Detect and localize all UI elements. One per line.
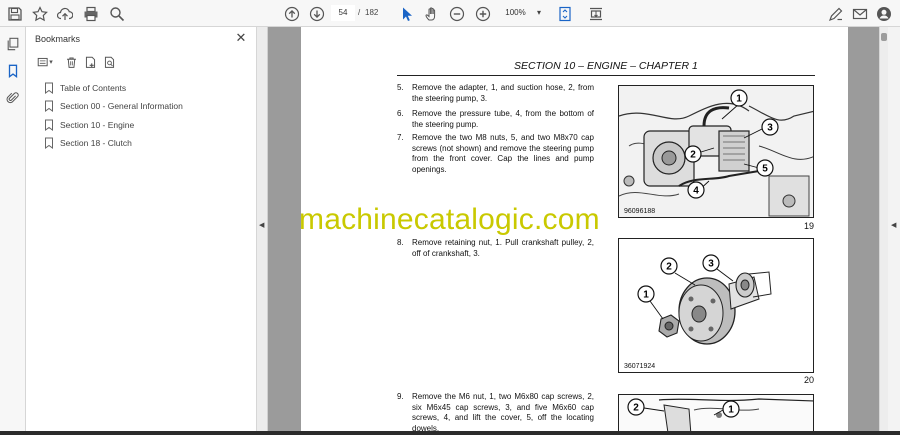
step-text: Remove the M6 nut, 1, two M6x80 cap scre… — [412, 392, 594, 433]
cloud-upload-icon[interactable] — [55, 4, 75, 23]
bookmarks-panel: Bookmarks ✕ ▾ Table of Contents Section … — [26, 27, 257, 435]
next-page-icon[interactable] — [307, 4, 327, 23]
section-header: SECTION 10 – ENGINE – CHAPTER 1 — [514, 60, 698, 72]
callout-3: 3 — [702, 254, 720, 272]
callout-2: 2 — [627, 398, 645, 416]
watermark-text: machinecatalogic.com — [299, 203, 600, 236]
vertical-scrollbar[interactable] — [879, 27, 888, 435]
bookmark-label: Table of Contents — [60, 83, 127, 93]
svg-text:1: 1 — [728, 405, 734, 416]
step-text: Remove the pressure tube, 4, from the bo… — [412, 109, 594, 129]
figure-crankshaft-pulley: 1 2 3 36071924 — [618, 238, 814, 373]
figure-code: 36071924 — [624, 363, 656, 370]
options-dropdown-icon[interactable]: ▾ — [47, 53, 55, 71]
svg-text:1: 1 — [736, 94, 742, 105]
bookmark-icon — [45, 119, 53, 131]
bookmark-item[interactable]: Table of Contents — [44, 80, 126, 96]
main-toolbar: 54 / 182 100% ▾ — [0, 0, 900, 27]
page-thumbnails-icon[interactable] — [4, 35, 22, 53]
svg-text:3: 3 — [708, 259, 714, 270]
select-cursor-icon[interactable] — [397, 4, 417, 23]
collapse-panel-handle[interactable]: ◀ — [257, 27, 268, 435]
svg-text:4: 4 — [693, 186, 699, 197]
figure-number: 20 — [804, 375, 815, 385]
callout-1: 1 — [722, 400, 740, 418]
print-icon[interactable] — [81, 4, 101, 23]
svg-text:1: 1 — [643, 290, 649, 301]
search-bookmarks-icon[interactable] — [100, 53, 118, 71]
callout-2: 2 — [684, 145, 702, 163]
bookmark-label: Section 18 - Clutch — [60, 138, 132, 148]
expand-right-panel-handle[interactable]: ◀ — [888, 27, 900, 435]
bookmark-icon — [45, 137, 53, 149]
callout-5: 5 — [756, 159, 774, 177]
bookmark-item[interactable]: Section 18 - Clutch — [44, 135, 132, 151]
step-number: 6. — [397, 109, 404, 118]
svg-text:2: 2 — [666, 262, 672, 273]
chevron-left-icon: ◀ — [891, 222, 897, 229]
svg-text:5: 5 — [762, 164, 768, 175]
bookmark-item[interactable]: Section 10 - Engine — [44, 117, 134, 133]
attachments-icon[interactable] — [4, 89, 22, 107]
scrollbar-thumb[interactable] — [881, 33, 887, 41]
account-icon[interactable] — [874, 4, 894, 23]
zoom-level-input[interactable]: 100% — [499, 5, 532, 21]
callout-2: 2 — [660, 257, 678, 275]
page-separator: / — [358, 8, 361, 17]
sign-pen-icon[interactable] — [826, 4, 846, 23]
step-text: Remove the two M8 nuts, 5, and two M8x70… — [412, 133, 594, 174]
svg-text:2: 2 — [690, 150, 696, 161]
callout-3: 3 — [761, 118, 779, 136]
panel-title: Bookmarks — [35, 34, 81, 44]
crankshaft-pulley-illustration: 1 2 3 — [619, 239, 813, 372]
svg-text:3: 3 — [767, 123, 773, 134]
step-number: 9. — [397, 392, 404, 401]
bookmark-label: Section 10 - Engine — [60, 120, 135, 130]
hand-tool-icon[interactable] — [422, 4, 442, 23]
close-icon[interactable]: ✕ — [233, 30, 249, 46]
figure-steering-pump: 1 2 3 4 5 96096188 — [618, 85, 814, 218]
figure-front-cover: 2 1 — [618, 394, 814, 435]
step-number: 5. — [397, 83, 404, 92]
step-text: Remove retaining nut, 1. Pull crankshaft… — [412, 238, 594, 258]
save-icon[interactable] — [5, 4, 25, 23]
bottom-edge — [0, 431, 900, 435]
steering-pump-illustration: 1 2 3 4 5 — [619, 86, 813, 217]
chevron-left-icon: ◀ — [259, 222, 265, 229]
figure-number: 19 — [804, 221, 815, 231]
bookmark-icon — [45, 82, 53, 94]
step-number: 7. — [397, 133, 404, 142]
callout-1: 1 — [637, 285, 655, 303]
step-text: Remove the adapter, 1, and suction hose,… — [412, 83, 594, 103]
zoom-dropdown-icon[interactable]: ▾ — [532, 5, 546, 21]
search-icon[interactable] — [107, 4, 127, 23]
page-number-input[interactable]: 54 — [331, 5, 355, 21]
callout-1: 1 — [730, 89, 748, 107]
zoom-in-icon[interactable] — [473, 4, 493, 23]
callout-4: 4 — [687, 181, 705, 199]
front-cover-illustration: 2 1 — [619, 395, 813, 435]
bookmark-star-icon[interactable] — [30, 4, 50, 23]
fit-page-icon[interactable] — [556, 4, 576, 23]
svg-text:2: 2 — [633, 403, 639, 414]
bookmarks-panel-icon[interactable] — [4, 62, 22, 80]
step-number: 8. — [397, 238, 404, 247]
figure-code: 96096188 — [624, 208, 656, 215]
delete-bookmark-icon[interactable] — [62, 53, 80, 71]
email-icon[interactable] — [850, 4, 870, 23]
previous-page-icon[interactable] — [282, 4, 302, 23]
navigation-rail — [0, 27, 26, 435]
new-bookmark-icon[interactable] — [81, 53, 99, 71]
bookmark-icon — [45, 100, 53, 112]
scroll-mode-icon[interactable] — [586, 4, 606, 23]
header-rule — [397, 75, 815, 76]
bookmark-label: Section 00 - General Information — [60, 101, 183, 111]
page-total: 182 — [365, 8, 379, 17]
bookmark-item[interactable]: Section 00 - General Information — [44, 98, 183, 114]
zoom-out-icon[interactable] — [447, 4, 467, 23]
